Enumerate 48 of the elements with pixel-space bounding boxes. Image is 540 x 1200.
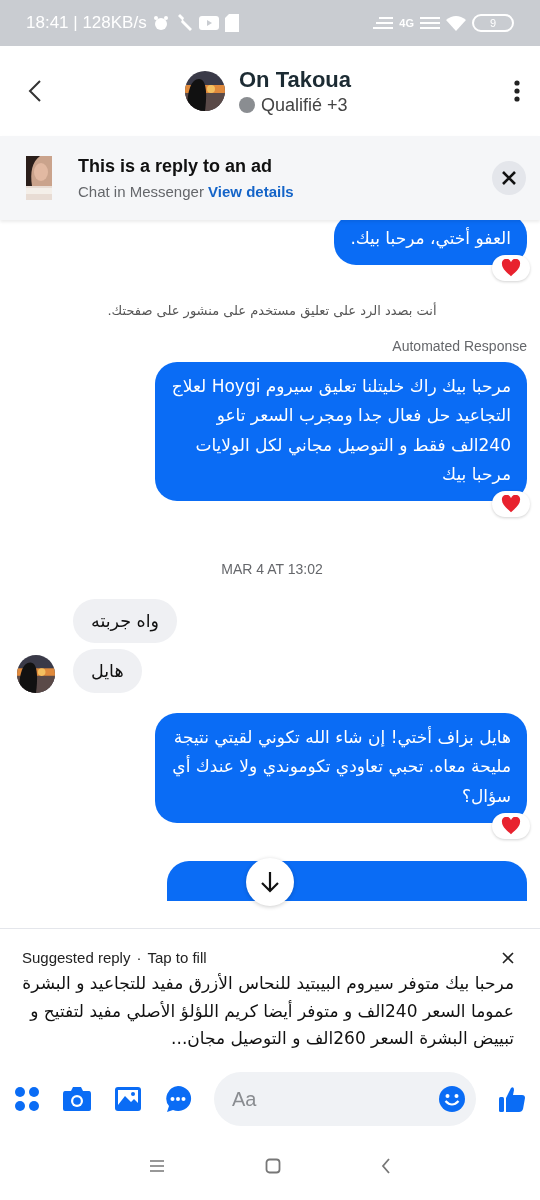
tap-to-fill-hint: Tap to fill [147, 949, 207, 967]
contact-status: Qualifié +3 [260, 94, 348, 116]
thumbs-up-icon[interactable] [498, 1085, 526, 1113]
emoji-icon[interactable] [438, 1085, 466, 1113]
message-field[interactable]: Aa [214, 1072, 476, 1126]
image-icon[interactable] [114, 1086, 142, 1112]
scroll-down-button[interactable] [246, 858, 294, 907]
arrow-down-icon [260, 871, 280, 894]
signal-icon [373, 17, 394, 29]
home-icon[interactable] [265, 1158, 281, 1174]
close-button[interactable] [492, 161, 526, 195]
more-icon[interactable] [514, 80, 520, 102]
suggested-reply-label: Suggested reply [22, 949, 131, 967]
signal-icon [420, 17, 440, 29]
wifi-icon [446, 15, 466, 31]
message-bubble: هايل [73, 649, 142, 694]
alarm-icon [152, 15, 169, 31]
message-bubble: مرحبا بيك راك خليتلنا تعليق سيروم Hoygi لعلاج التجاعيد حل فعال جدا ومجرب السعر تاعو 240الف فقط و التوصيل مجاني لكل الولايات مرحبا بيك [155, 362, 527, 502]
close-icon[interactable] [502, 951, 514, 964]
message-input[interactable]: Aa [230, 1086, 438, 1112]
heart-reaction[interactable] [492, 255, 530, 282]
heart-reaction[interactable] [492, 812, 530, 839]
message-bubble: واه جربته [73, 599, 178, 644]
suggested-reply[interactable]: مرحبا بيك متوفر سيروم البيبتيد للنحاس الأزرق مفيد للتجاعيد و البشرة عموما السعر 240الف و متوفر أيضا كريم اللؤلؤ الأصلي مفيد لتفتيح و تبييض البشرة السعر 260الف و التوصيل مجان... [22, 970, 514, 1052]
heart-icon [501, 259, 521, 278]
close-icon [502, 171, 516, 185]
camera-icon[interactable] [62, 1086, 92, 1112]
ad-banner-title: This is a reply to an ad [78, 156, 274, 177]
heart-icon [501, 495, 521, 514]
back-button[interactable] [28, 79, 42, 103]
heart-icon [501, 816, 521, 835]
heart-reaction[interactable] [492, 491, 530, 518]
date-divider: MAR 4 AT 13:02 [220, 561, 324, 578]
ad-banner-subtitle: Chat in Messenger View details [78, 183, 295, 200]
message-bubble: العفو أختي، مرحبا بيك. [334, 220, 527, 266]
status-dot [238, 97, 255, 113]
chat-icon[interactable] [164, 1085, 192, 1113]
back-icon[interactable] [381, 1158, 391, 1174]
contact-name: On Takoua [238, 66, 352, 93]
separator-dot: · [136, 949, 142, 967]
menu-icon[interactable] [149, 1159, 165, 1173]
apps-icon[interactable] [14, 1086, 40, 1112]
play-icon [198, 16, 219, 30]
view-details-link[interactable]: View details [208, 183, 294, 200]
automated-label: Automated Response [391, 338, 527, 355]
sim-icon [224, 14, 239, 32]
notice-text: أنت بصدد الرد على تعليق مستخدم على منشور على صفحتك. [106, 303, 438, 319]
message-bubble: هايل بزاف أختي! إن شاء الله تكوني لقيتي نتيجة مليحة معاه. تحبي تعاودي تكوموندي ولا عندك أي سؤال؟ [155, 713, 527, 823]
